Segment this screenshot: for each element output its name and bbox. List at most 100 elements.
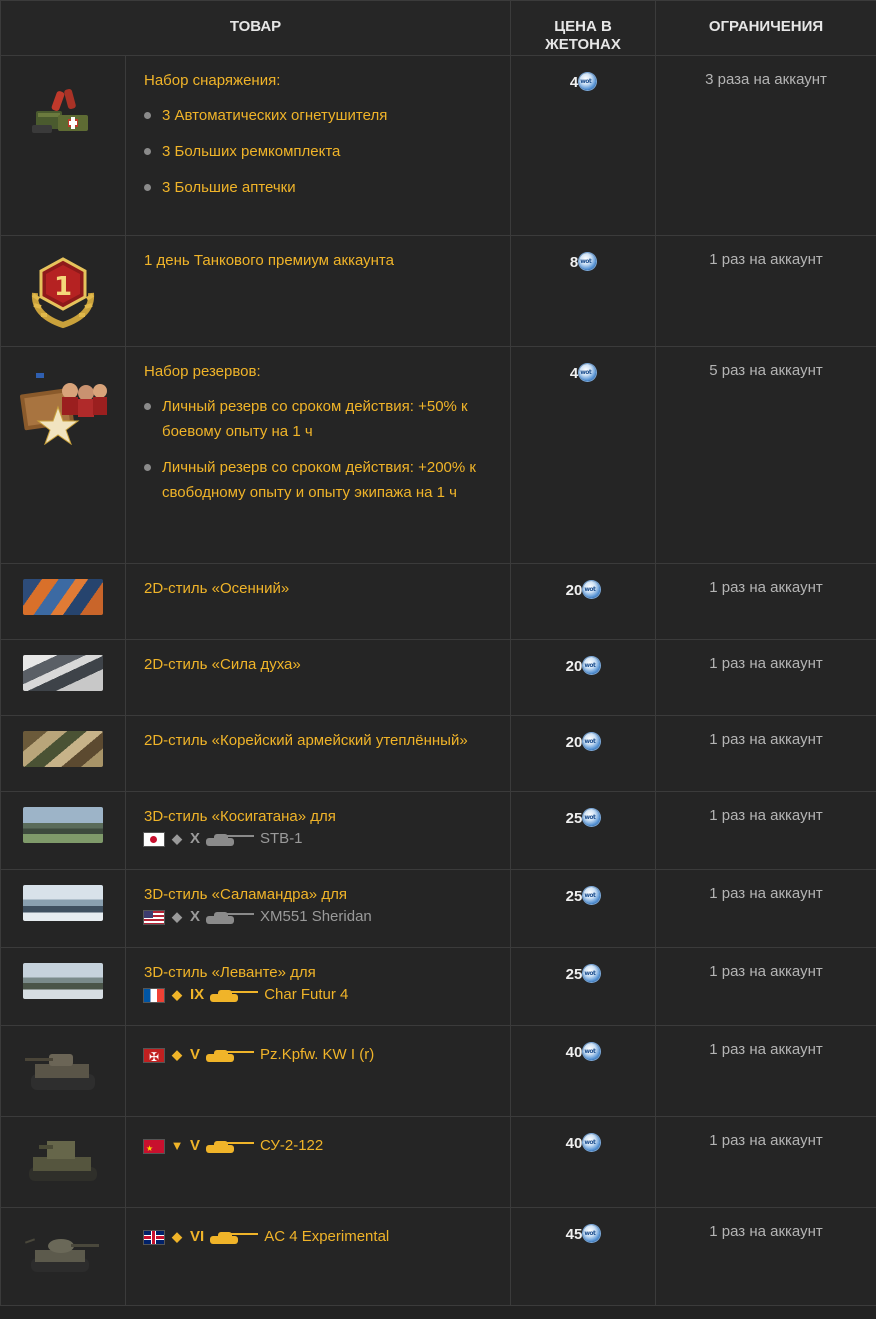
japan-flag-icon: [144, 832, 164, 846]
token-icon: [579, 364, 597, 381]
item-price: 4: [510, 346, 657, 564]
item-price: 4: [510, 55, 657, 236]
item-title: 1 день Танкового премиум аккаунта: [144, 252, 394, 269]
uk-flag-icon: [144, 1230, 164, 1244]
table-row: 1 1 день Танкового премиум аккаунта 8 1 …: [0, 235, 876, 347]
token-icon: [583, 887, 601, 904]
table-row: 3D-стиль «Косигатана» для ◆ X STB-1 25 1…: [0, 791, 876, 870]
column-header-limits: ОГРАНИЧЕНИЯ: [655, 0, 876, 56]
vehicle-name: Pz.Kpfw. KW I (r): [260, 1046, 375, 1063]
reserves-icon: [20, 373, 107, 446]
tank-silhouette-icon: [206, 1048, 255, 1062]
vehicle-info: ◆ IX Char Futur 4: [144, 985, 492, 1005]
tank-silhouette-icon: [206, 1139, 255, 1153]
style-3d-levante-icon: [23, 963, 103, 999]
token-icon: [583, 809, 601, 826]
item-description: Набор снаряжения: 3 Автоматических огнет…: [124, 55, 512, 236]
vehicle-tier: X: [190, 830, 201, 847]
item-limit: 1 раз на аккаунт: [655, 947, 876, 1026]
item-title: Набор резервов:: [144, 363, 261, 380]
tank-ac4-icon: [24, 1238, 99, 1272]
item-title: 3D-стиль «Леванте» для: [144, 964, 316, 981]
item-price: 25: [510, 947, 657, 1026]
token-icon: [583, 1134, 601, 1151]
item-limit: 1 раз на аккаунт: [655, 715, 876, 792]
table-header: ТОВАР ЦЕНА В ЖЕТОНАХ ОГРАНИЧЕНИЯ: [0, 0, 876, 56]
item-price: 40: [510, 1116, 657, 1208]
token-icon: [579, 73, 597, 90]
item-limit: 1 раз на аккаунт: [655, 1025, 876, 1117]
item-price: 45: [510, 1207, 657, 1306]
table-row: 2D-стиль «Осенний» 20 1 раз на аккаунт: [0, 563, 876, 640]
table-row: 2D-стиль «Корейский армейский утеплённый…: [0, 715, 876, 792]
vehicle-tier: V: [190, 1137, 201, 1154]
table-row: ◆ V Pz.Kpfw. KW I (r) 40 1 раз на аккаун…: [0, 1025, 876, 1117]
vehicle-class-icon: ◆: [172, 987, 182, 1002]
vehicle-name: STB-1: [260, 830, 303, 847]
item-title: 2D-стиль «Сила духа»: [144, 656, 301, 673]
item-limit: 5 раз на аккаунт: [655, 346, 876, 564]
token-icon: [583, 581, 601, 598]
vehicle-name: СУ-2-122: [260, 1137, 324, 1154]
item-price: 20: [510, 563, 657, 640]
item-limit: 1 раз на аккаунт: [655, 1116, 876, 1208]
vehicle-tier: V: [190, 1046, 201, 1063]
item-limit: 3 раза на аккаунт: [655, 55, 876, 236]
item-limit: 1 раз на аккаунт: [655, 235, 876, 347]
token-icon: [583, 965, 601, 982]
list-item: 3 Большие аптечки: [144, 175, 492, 200]
list-item: Личный резерв со сроком действия: +200% …: [144, 455, 492, 505]
item-bullets: 3 Автоматических огнетушителя 3 Больших …: [144, 103, 492, 200]
vehicle-tier: X: [190, 908, 201, 925]
item-title: 3D-стиль «Саламандра» для: [144, 886, 347, 903]
table-row: 3D-стиль «Саламандра» для ◆ X XM551 Sher…: [0, 869, 876, 948]
ussr-flag-icon: [144, 1139, 164, 1153]
vehicle-class-icon: ◆: [172, 1047, 182, 1062]
item-price: 8: [510, 235, 657, 347]
vehicle-info: ▼ V СУ-2-122: [144, 1136, 492, 1156]
token-icon: [583, 657, 601, 674]
vehicle-class-icon: ▼: [170, 1138, 184, 1153]
item-limit: 1 раз на аккаунт: [655, 563, 876, 640]
item-price: 20: [510, 639, 657, 716]
tank-kw1r-icon: [25, 1054, 95, 1090]
tank-su2122-icon: [29, 1141, 97, 1181]
table-row: ◆ VI AC 4 Experimental 45 1 раз на аккау…: [0, 1207, 876, 1306]
vehicle-info: ◆ VI AC 4 Experimental: [144, 1227, 492, 1247]
item-price: 25: [510, 791, 657, 870]
table-row: ▼ V СУ-2-122 40 1 раз на аккаунт: [0, 1116, 876, 1208]
table-row: Набор снаряжения: 3 Автоматических огнет…: [0, 55, 876, 236]
table-row: 2D-стиль «Сила духа» 20 1 раз на аккаунт: [0, 639, 876, 716]
list-item: Личный резерв со сроком действия: +50% к…: [144, 394, 492, 444]
vehicle-name: AC 4 Experimental: [264, 1228, 390, 1245]
item-price: 40: [510, 1025, 657, 1117]
svg-text:1: 1: [54, 272, 72, 302]
vehicle-tier: VI: [190, 1228, 205, 1245]
item-limit: 1 раз на аккаунт: [655, 1207, 876, 1306]
table-row: 3D-стиль «Леванте» для ◆ IX Char Futur 4…: [0, 947, 876, 1026]
item-title: Набор снаряжения:: [144, 72, 281, 89]
vehicle-class-icon: ◆: [172, 1229, 182, 1244]
item-title: 3D-стиль «Косигатана» для: [144, 808, 336, 825]
token-icon: [583, 1043, 601, 1060]
premium-day-badge-icon: 1: [31, 257, 95, 329]
list-item: 3 Автоматических огнетушителя: [144, 103, 492, 128]
column-header-item: ТОВАР: [0, 0, 512, 56]
tank-silhouette-icon: [210, 1230, 259, 1244]
tank-silhouette-icon: [206, 832, 255, 846]
equipment-kit-icon: [32, 88, 88, 133]
vehicle-name: Char Futur 4: [264, 986, 349, 1003]
vehicle-info: ◆ X STB-1: [144, 829, 492, 849]
table-row: Набор резервов: Личный резерв со сроком …: [0, 346, 876, 564]
vehicle-class-icon: ◆: [172, 831, 182, 846]
vehicle-name: XM551 Sheridan: [260, 908, 372, 925]
camo-spirit-icon: [23, 655, 103, 691]
vehicle-info: ◆ V Pz.Kpfw. KW I (r): [144, 1045, 492, 1065]
token-icon: [583, 1225, 601, 1242]
vehicle-tier: IX: [190, 986, 205, 1003]
item-limit: 1 раз на аккаунт: [655, 791, 876, 870]
item-limit: 1 раз на аккаунт: [655, 869, 876, 948]
style-3d-kosigatana-icon: [23, 807, 103, 843]
camo-autumn-icon: [23, 579, 103, 615]
vehicle-info: ◆ X XM551 Sheridan: [144, 907, 492, 927]
